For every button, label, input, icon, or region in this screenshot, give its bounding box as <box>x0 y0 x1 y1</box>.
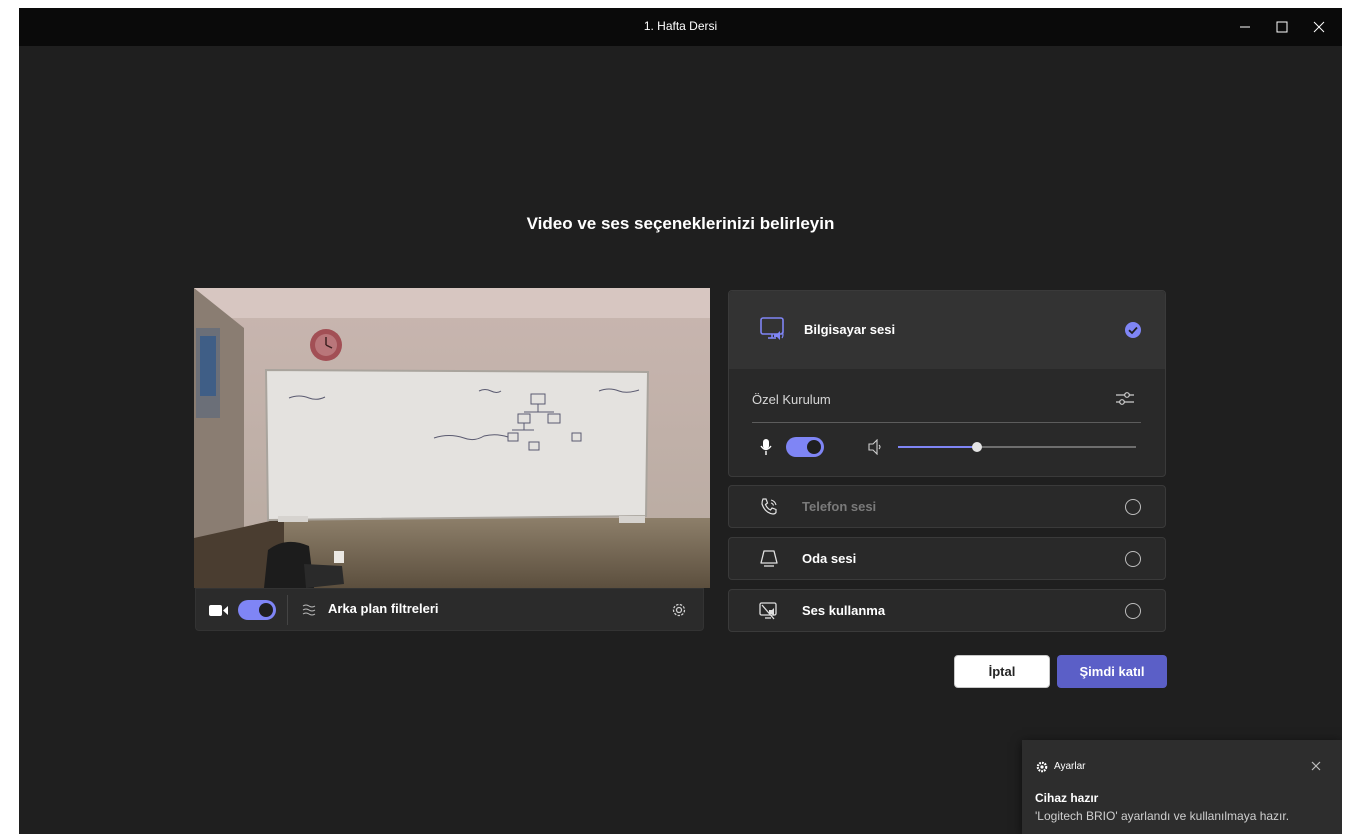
custom-setup-label: Özel Kurulum <box>752 392 831 407</box>
toast-header: Ayarlar <box>1054 761 1086 772</box>
volume-thumb[interactable] <box>971 442 982 452</box>
toast-message: 'Logitech BRIO' ayarlandı ve kullanılmay… <box>1035 809 1290 823</box>
close-icon[interactable] <box>1311 761 1321 771</box>
speaker-volume-slider[interactable] <box>898 442 1136 452</box>
gear-icon[interactable] <box>670 601 688 619</box>
camera-preview <box>194 288 710 588</box>
room-audio-label: Oda sesi <box>802 551 857 566</box>
close-window-button[interactable] <box>1302 12 1336 42</box>
window-title: 1. Hafta Dersi <box>643 19 718 33</box>
room-audio-radio[interactable] <box>1125 551 1141 567</box>
title-bar: 1. Hafta Dersi <box>19 8 1342 46</box>
video-controls-bar: Arka plan filtreleri <box>195 588 704 631</box>
computer-audio-icon <box>760 317 784 340</box>
camera-feed-image <box>194 288 710 588</box>
close-icon <box>1313 21 1325 33</box>
computer-audio-panel[interactable]: Bilgisayar sesi Özel Kurulum <box>728 290 1166 477</box>
computer-audio-label: Bilgisayar sesi <box>804 322 896 337</box>
phone-audio-option[interactable]: Telefon sesi <box>728 485 1166 528</box>
no-audio-label: Ses kullanma <box>802 603 886 618</box>
check-icon <box>1125 322 1141 338</box>
microphone-icon <box>760 439 772 455</box>
minimize-icon <box>1240 26 1250 28</box>
join-now-button[interactable]: Şimdi katıl <box>1057 655 1167 688</box>
speaker-icon <box>868 439 881 455</box>
sliders-icon[interactable] <box>1115 390 1135 408</box>
toast-title: Cihaz hazır <box>1035 791 1099 805</box>
divider <box>752 422 1141 423</box>
cancel-button[interactable]: İptal <box>954 655 1050 688</box>
volume-fill <box>898 446 977 448</box>
microphone-toggle-knob <box>807 440 821 454</box>
microphone-toggle[interactable] <box>786 437 824 457</box>
camera-toggle-knob <box>259 603 273 617</box>
gear-icon <box>1036 761 1048 773</box>
maximize-icon <box>1276 21 1288 33</box>
camera-icon <box>209 605 228 616</box>
device-ready-toast: Ayarlar Cihaz hazır 'Logitech BRIO' ayar… <box>1022 740 1342 834</box>
phone-audio-label: Telefon sesi <box>802 499 877 514</box>
camera-toggle[interactable] <box>238 600 276 620</box>
no-audio-icon <box>759 602 777 620</box>
page-heading: Video ve ses seçeneklerinizi belirleyin <box>526 214 835 233</box>
room-audio-option[interactable]: Oda sesi <box>728 537 1166 580</box>
room-device-icon <box>760 550 778 567</box>
phone-audio-radio[interactable] <box>1125 499 1141 515</box>
app-window: 1. Hafta Dersi Video ve ses seçeneklerin… <box>19 8 1342 834</box>
phone-icon <box>761 498 777 515</box>
no-audio-radio[interactable] <box>1125 603 1141 619</box>
computer-audio-option[interactable]: Bilgisayar sesi <box>729 291 1165 369</box>
maximize-button[interactable] <box>1265 12 1299 42</box>
no-audio-option[interactable]: Ses kullanma <box>728 589 1166 632</box>
background-effects-icon <box>302 604 316 616</box>
background-filters-button[interactable]: Arka plan filtreleri <box>328 601 439 616</box>
divider <box>287 595 288 625</box>
minimize-button[interactable] <box>1228 12 1262 42</box>
